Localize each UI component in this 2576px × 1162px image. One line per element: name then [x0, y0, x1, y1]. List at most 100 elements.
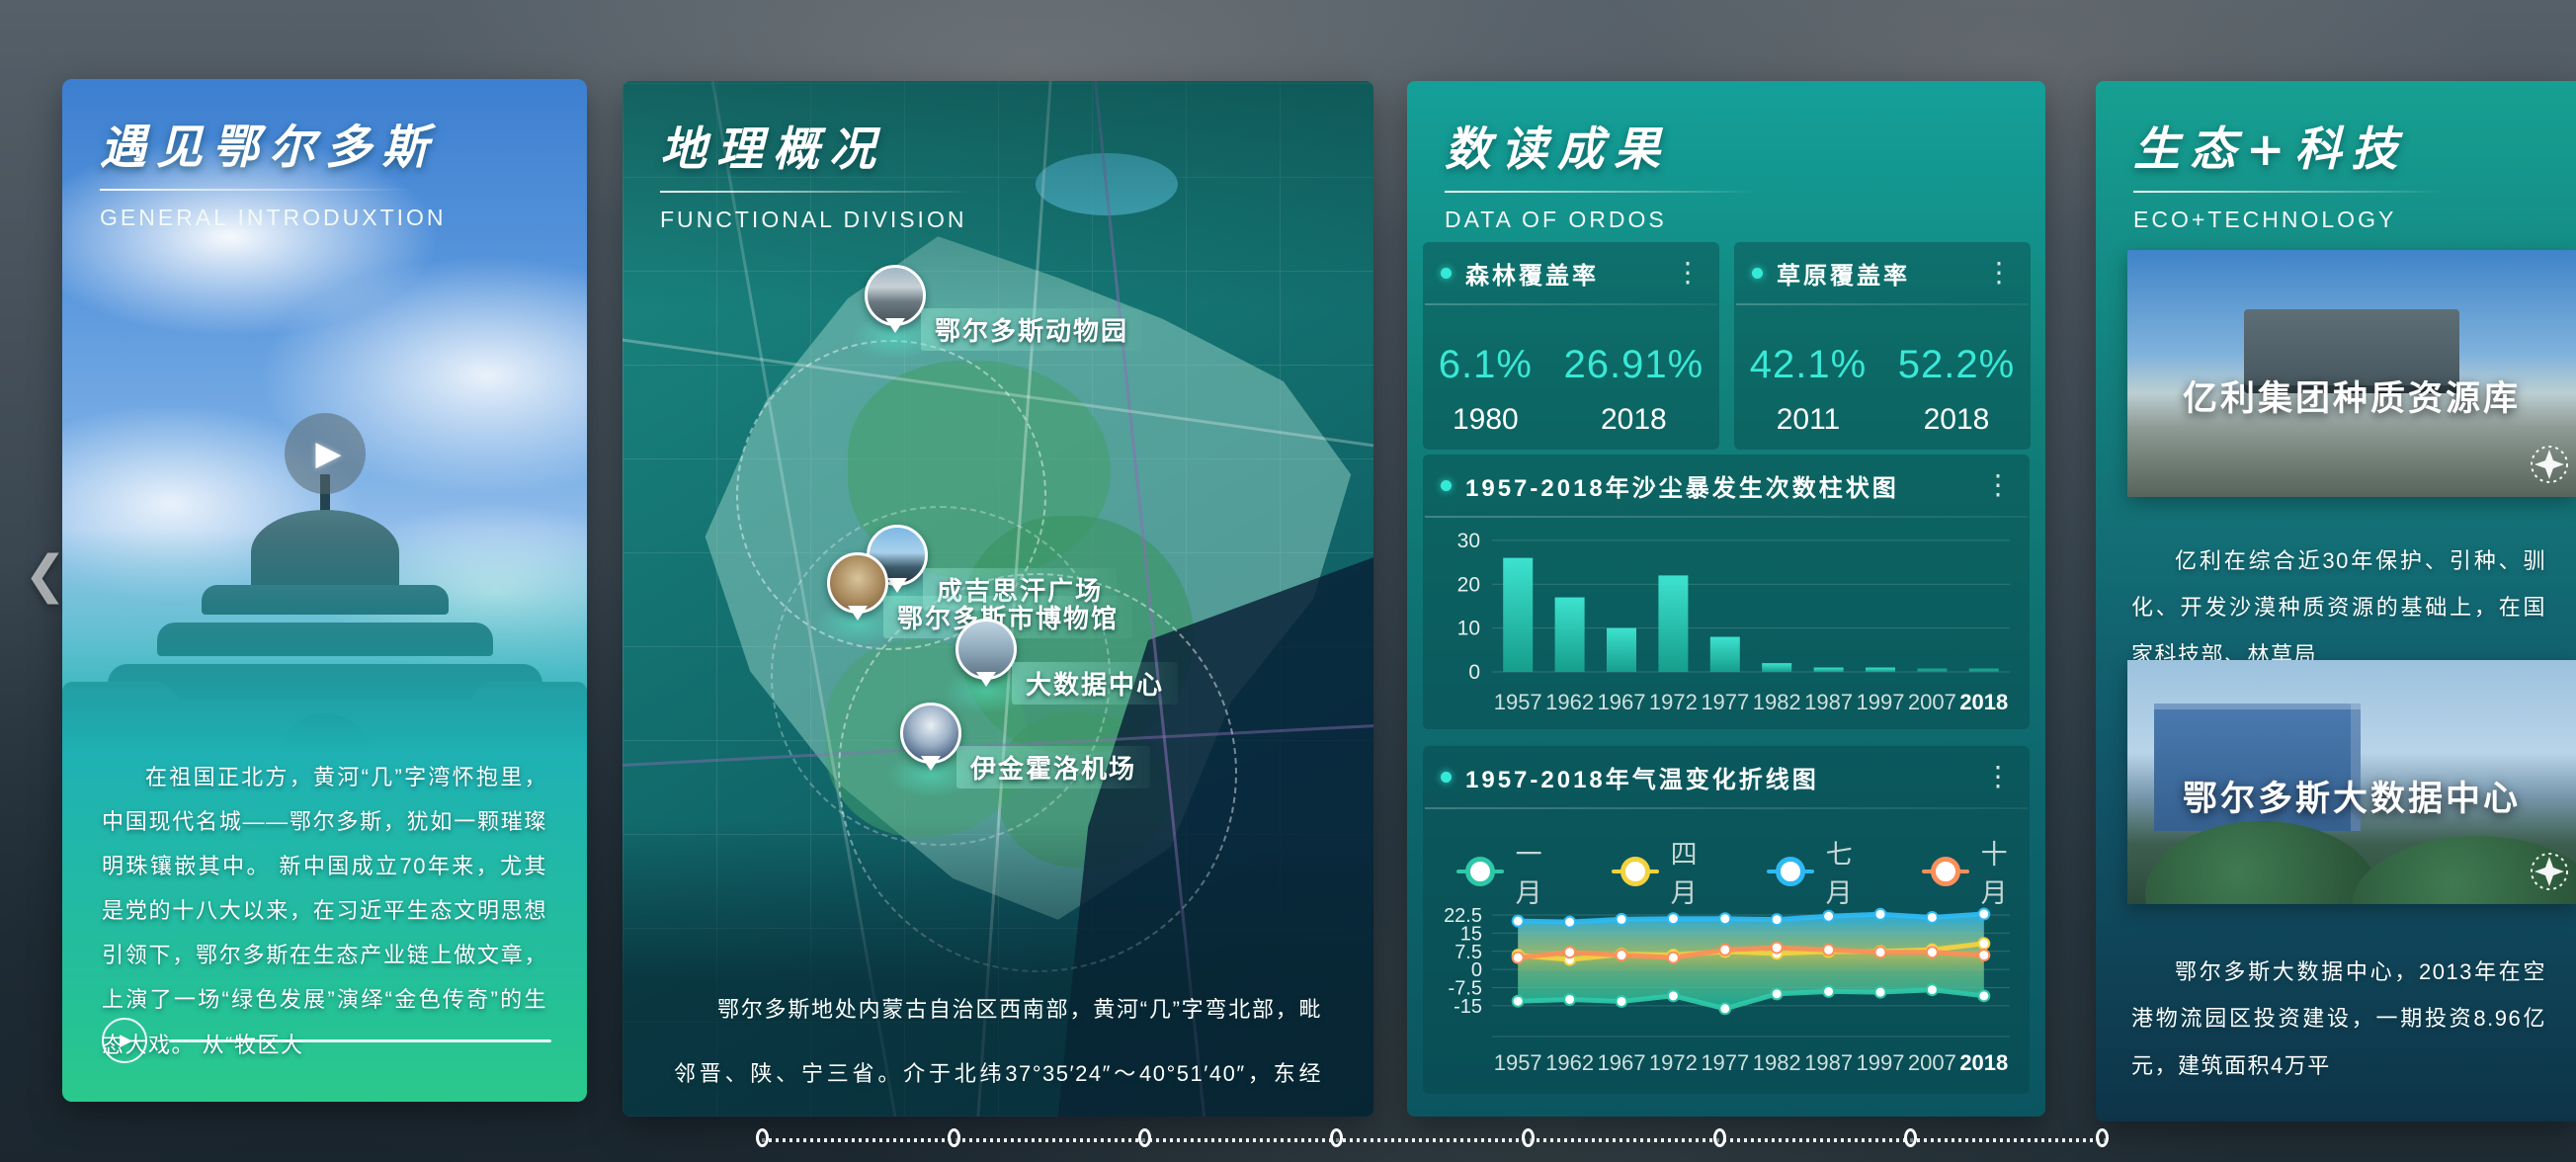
- legend-marker-icon: [1456, 870, 1504, 873]
- map-marker-label: 大数据中心: [1012, 662, 1178, 705]
- sandstorm-bar-chart: 0102030195719621967197219771982198719972…: [1443, 520, 2010, 717]
- temperature-line-chart: 22.5157.50-7.5-1519571962196719721977198…: [1443, 894, 2010, 1082]
- stat-year: 2011: [1750, 403, 1867, 437]
- stat-value: 26.91%: [1564, 343, 1704, 387]
- bullet-dot-icon: [1441, 772, 1452, 783]
- legend-item[interactable]: 一月: [1456, 833, 1564, 910]
- header-divider: [660, 191, 971, 193]
- line-chart-legend: 一月四月七月 十月: [1456, 833, 2030, 910]
- svg-text:1987: 1987: [1804, 1050, 1853, 1075]
- panel4-header: 生态+科技 ECO+TECHNOLOGY: [2133, 111, 2445, 233]
- carousel-prev-icon[interactable]: ❮: [24, 545, 67, 605]
- svg-text:30: 30: [1457, 530, 1480, 552]
- card-divider: [1425, 303, 1717, 305]
- timeline-dot[interactable]: [1522, 1128, 1535, 1147]
- stat-card-grassland-coverage: 草原覆盖率 ⋮ 42.1% 2011 52.2% 2018: [1734, 242, 2031, 450]
- svg-text:1977: 1977: [1701, 1050, 1749, 1075]
- header-divider: [2133, 191, 2445, 193]
- temperature-line-chart-card: 1957-2018年气温变化折线图 ⋮ 一月四月七月 十月 22.5157.50-…: [1423, 746, 2030, 1094]
- kebab-menu-icon[interactable]: ⋮: [1984, 471, 2012, 499]
- panel1-header: 遇见鄂尔多斯 GENERAL INTRODUXTION: [100, 109, 447, 231]
- svg-text:20: 20: [1457, 573, 1480, 596]
- svg-text:2007: 2007: [1908, 1050, 1956, 1075]
- stat-value: 42.1%: [1750, 343, 1867, 387]
- svg-text:1962: 1962: [1545, 1050, 1594, 1075]
- panel-eco-technology: 生态+科技 ECO+TECHNOLOGY 亿利集团种质资源库 亿利在综合近30年…: [2096, 81, 2576, 1121]
- timeline-dot[interactable]: [1713, 1128, 1726, 1147]
- audio-player: ▶: [102, 1016, 551, 1065]
- svg-text:1982: 1982: [1753, 690, 1801, 714]
- timeline-dot[interactable]: [1138, 1128, 1151, 1147]
- timeline-dot[interactable]: [1330, 1128, 1343, 1147]
- pin-tip-icon: [976, 672, 996, 697]
- svg-text:1997: 1997: [1857, 690, 1905, 714]
- pin-photo: [865, 265, 926, 326]
- stat-year: 2018: [1564, 403, 1704, 437]
- svg-text:1972: 1972: [1649, 690, 1698, 714]
- stat-year: 1980: [1439, 403, 1533, 437]
- sandstorm-bar-chart-card: 1957-2018年沙尘暴发生次数柱状图 ⋮ 01020301957196219…: [1423, 455, 2030, 729]
- audio-play-button[interactable]: ▶: [102, 1018, 147, 1063]
- image-caption: 亿利集团种质资源库: [2127, 371, 2576, 421]
- line-chart-title: 1957-2018年气温变化折线图: [1465, 760, 1984, 794]
- pin-photo: [956, 619, 1017, 680]
- svg-text:1957: 1957: [1494, 690, 1542, 714]
- panel-geography-map: 鄂尔多斯动物园成吉思汗广场鄂尔多斯市博物馆大数据中心伊金霍洛机场 地理概况 FU…: [623, 81, 1373, 1117]
- stat-card-title: 草原覆盖率: [1777, 256, 1985, 290]
- stat-card-forest-coverage: 森林覆盖率 ⋮ 6.1% 1980 26.91% 2018: [1423, 242, 1719, 450]
- image-caption: 鄂尔多斯大数据中心: [2127, 771, 2576, 821]
- pin-tip-icon: [885, 318, 905, 343]
- svg-text:2007: 2007: [1908, 690, 1956, 714]
- svg-text:1967: 1967: [1598, 1050, 1646, 1075]
- stat-value: 6.1%: [1439, 343, 1533, 387]
- timeline-dot[interactable]: [1904, 1128, 1917, 1147]
- panel4-title: 生态+科技: [2133, 111, 2445, 179]
- svg-text:0: 0: [1468, 661, 1480, 684]
- header-divider: [1445, 191, 1756, 193]
- legend-item[interactable]: 十月: [1922, 833, 2030, 910]
- pin-tip-icon: [921, 756, 941, 781]
- timeline-dot[interactable]: [2096, 1128, 2109, 1147]
- pan-compass-icon[interactable]: [2529, 851, 2570, 892]
- legend-marker-icon: [1922, 870, 1969, 873]
- svg-text:1997: 1997: [1857, 1050, 1905, 1075]
- pin-photo: [827, 552, 888, 614]
- kebab-menu-icon[interactable]: ⋮: [1985, 259, 2013, 287]
- timeline-dot[interactable]: [756, 1128, 769, 1147]
- legend-label: 十月: [1981, 833, 2030, 910]
- panel3-title: 数读成果: [1445, 111, 1756, 179]
- pin-tip-icon: [848, 606, 868, 630]
- panel3-subtitle: DATA OF ORDOS: [1445, 207, 1756, 233]
- header-divider: [100, 189, 411, 191]
- legend-label: 一月: [1516, 833, 1564, 910]
- panel2-header: 地理概况 FUNCTIONAL DIVISION: [660, 111, 971, 233]
- topiary-decor: [2145, 821, 2378, 904]
- pan-compass-icon[interactable]: [2529, 444, 2570, 485]
- bar-chart-title: 1957-2018年沙尘暴发生次数柱状图: [1465, 468, 1984, 503]
- big-data-center-image[interactable]: 鄂尔多斯大数据中心: [2127, 660, 2576, 904]
- panel1-title: 遇见鄂尔多斯: [100, 109, 447, 177]
- bullet-dot-icon: [1441, 268, 1452, 279]
- audio-progress-track[interactable]: [169, 1039, 551, 1042]
- germplasm-bank-image[interactable]: 亿利集团种质资源库: [2127, 250, 2576, 497]
- panel4-subtitle: ECO+TECHNOLOGY: [2133, 207, 2445, 233]
- bullet-dot-icon: [1752, 268, 1763, 279]
- card-divider: [1425, 807, 2028, 809]
- svg-text:1987: 1987: [1804, 690, 1853, 714]
- kebab-menu-icon[interactable]: ⋮: [1674, 259, 1702, 287]
- stat-year: 2018: [1898, 403, 2015, 437]
- kebab-menu-icon[interactable]: ⋮: [1984, 763, 2012, 790]
- svg-text:2018: 2018: [1959, 690, 2008, 714]
- svg-text:1962: 1962: [1545, 690, 1594, 714]
- svg-text:1967: 1967: [1598, 690, 1646, 714]
- legend-item[interactable]: 七月: [1767, 833, 1874, 910]
- video-play-button[interactable]: ▶: [285, 413, 366, 494]
- panel-general-introduction: ▶ 遇见鄂尔多斯 GENERAL INTRODUXTION 在祖国正北方，黄河“…: [62, 79, 587, 1102]
- timeline-dot[interactable]: [948, 1128, 960, 1147]
- map-marker-label: 鄂尔多斯动物园: [921, 308, 1142, 351]
- card-divider: [1736, 303, 2029, 305]
- legend-marker-icon: [1767, 870, 1814, 873]
- legend-item[interactable]: 四月: [1612, 833, 1719, 910]
- dashboard: ❮ ▶ 遇见鄂尔多斯 GENERAL INTRODUXTION 在祖国正北方，黄…: [0, 0, 2576, 1162]
- panel3-header: 数读成果 DATA OF ORDOS: [1445, 111, 1756, 233]
